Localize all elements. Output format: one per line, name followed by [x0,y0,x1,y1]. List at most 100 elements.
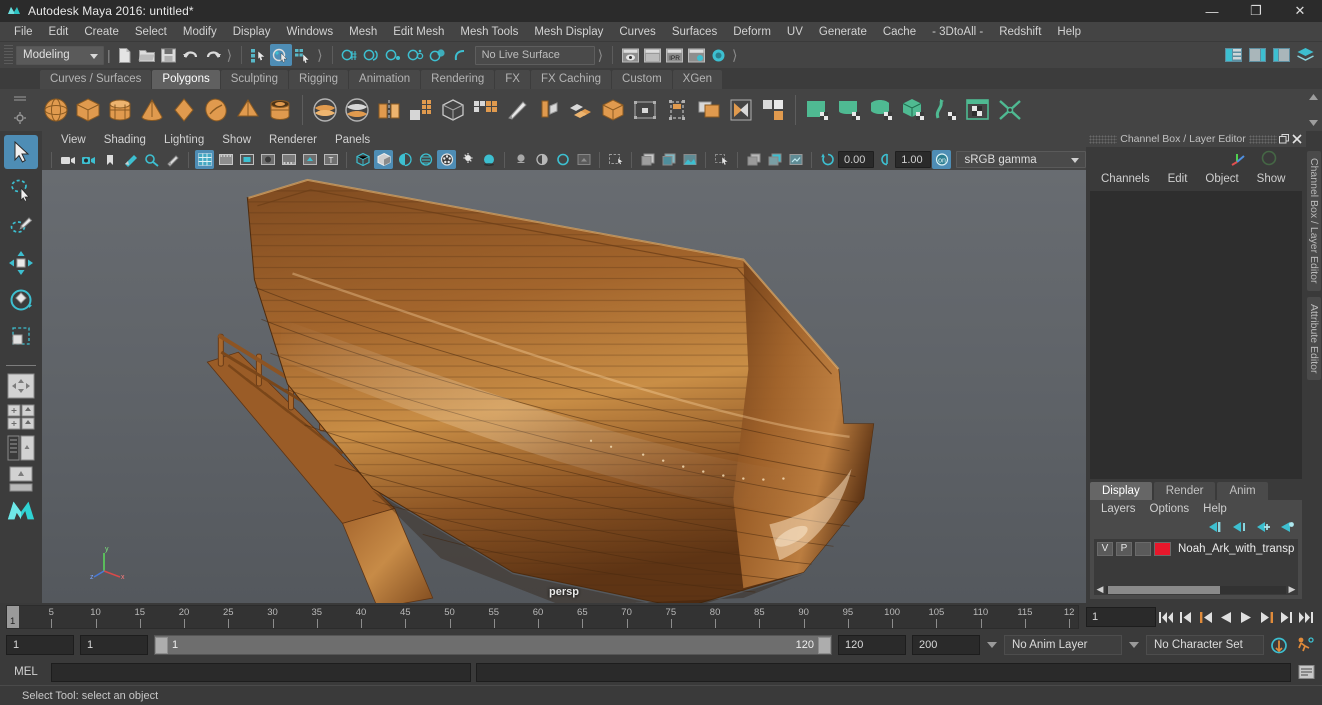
shelf-tab-curves-surfaces[interactable]: Curves / Surfaces [40,70,152,89]
panel-drag-handle[interactable] [1089,134,1117,144]
channels-menu[interactable]: Channels [1092,169,1159,189]
menu-edit[interactable]: Edit [41,22,77,42]
isolate-selected-toggle-icon[interactable] [606,150,625,169]
viewport-menu-show[interactable]: Show [213,131,260,149]
grease-pencil-icon[interactable] [163,150,182,169]
poly-cone-icon[interactable] [136,94,168,126]
range-end-field[interactable]: 120 [838,635,906,655]
layer-move-first-icon[interactable] [1207,521,1222,533]
maximize-button[interactable]: ❐ [1234,0,1278,22]
shelf-tab-fx-caching[interactable]: FX Caching [530,70,612,89]
duplicate-view-icon[interactable] [744,150,763,169]
select-by-hierarchy-icon[interactable] [248,44,270,66]
uv-spherical-icon[interactable] [866,94,898,126]
statusline-grip[interactable] [4,45,13,65]
show-hide-layer-editor-icon[interactable] [1294,44,1316,66]
exposure-icon[interactable] [300,150,319,169]
color-management-toggle-icon[interactable]: on [932,150,952,169]
shelf-options-grip[interactable] [8,89,32,131]
lasso-select-tool[interactable] [4,172,38,206]
shelf-tab-polygons[interactable]: Polygons [152,70,220,89]
uv-unfold-icon[interactable] [930,94,962,126]
menu-mesh[interactable]: Mesh [341,22,385,42]
character-set-dropdown-arrow[interactable] [1128,642,1140,648]
single-perspective-layout[interactable] [6,372,36,400]
make-live-icon[interactable] [449,44,471,66]
step-back-frame-icon[interactable] [1196,607,1216,627]
menu-surfaces[interactable]: Surfaces [664,22,725,42]
menu-select[interactable]: Select [127,22,175,42]
range-slider[interactable]: 1 120 [154,635,832,655]
animation-preferences-icon[interactable] [1296,635,1316,655]
save-scene-icon[interactable] [158,44,180,66]
render-sequence-icon[interactable] [641,44,663,66]
shelf-tab-animation[interactable]: Animation [349,70,421,89]
persp-outliner-layout[interactable] [6,434,36,462]
snap-to-grid-icon[interactable] [339,44,361,66]
edit-menu[interactable]: Edit [1159,169,1197,189]
safe-title-icon[interactable]: T [321,150,340,169]
shelf-tab-custom[interactable]: Custom [612,70,672,89]
select-tool[interactable] [4,135,38,169]
viewport-renderer-icon[interactable] [680,150,699,169]
poly-cylinder-icon[interactable] [104,94,136,126]
wedge-face-icon[interactable] [725,94,757,126]
smooth-icon[interactable] [405,94,437,126]
xray-joints-icon[interactable] [532,150,551,169]
layer-visibility-toggle[interactable]: V [1097,541,1113,556]
undo-icon[interactable] [180,44,202,66]
separate-icon[interactable] [341,94,373,126]
isolate-select-icon[interactable] [574,150,593,169]
render-current-frame-icon[interactable] [619,44,641,66]
film-origin-icon[interactable] [279,150,298,169]
color-space-selector[interactable]: sRGB gamma [956,151,1086,168]
film-gate-icon[interactable] [216,150,235,169]
menu-3dtoall[interactable]: - 3DtoAll - [924,22,991,42]
uv-automatic-icon[interactable] [898,94,930,126]
select-by-component-icon[interactable] [292,44,314,66]
bevel-icon[interactable] [565,94,597,126]
command-input[interactable] [51,662,471,682]
viewport-menu-renderer[interactable]: Renderer [260,131,326,149]
shelf-tab-fx[interactable]: FX [495,70,530,89]
gamma-field[interactable]: 1.00 [895,151,932,168]
go-to-start-icon[interactable] [1156,607,1176,627]
layer-add-icon[interactable] [1255,521,1270,533]
menu-curves[interactable]: Curves [611,22,663,42]
layer-list[interactable]: V P Noah_Ark_with_transp ◀ ▶ [1094,539,1298,595]
menu-generate[interactable]: Generate [811,22,875,42]
select-by-object-icon[interactable] [270,44,293,66]
perspective-viewport[interactable]: y x z persp [42,170,1086,603]
poly-sphere-icon[interactable] [40,94,72,126]
snap-to-curve-icon[interactable] [361,44,383,66]
screen-space-ao-icon[interactable] [479,150,498,169]
new-scene-icon[interactable] [114,44,136,66]
menu-cache[interactable]: Cache [875,22,924,42]
uv-cylindrical-icon[interactable] [834,94,866,126]
close-button[interactable]: ✕ [1278,0,1322,22]
xray-icon[interactable] [511,150,530,169]
viewport-menu-lighting[interactable]: Lighting [155,131,213,149]
poly-prism-icon[interactable] [200,94,232,126]
menu-file[interactable]: File [6,22,41,42]
snap-to-view-plane-icon[interactable] [427,44,449,66]
insert-edge-loop-icon[interactable] [661,94,693,126]
scroll-track[interactable] [1106,585,1286,594]
shelf-tab-rigging[interactable]: Rigging [289,70,349,89]
layer-shading-toggle[interactable] [1135,541,1151,556]
2d-pan-zoom-icon[interactable] [142,150,161,169]
render-settings-icon[interactable] [685,44,707,66]
wireframe-icon[interactable] [353,150,372,169]
snap-to-point-icon[interactable] [383,44,405,66]
camera-attributes-icon[interactable] [79,150,98,169]
exposure-field[interactable]: 0.00 [838,151,875,168]
boolean-icon[interactable] [437,94,469,126]
render-region-icon[interactable] [659,150,678,169]
menu-uv[interactable]: UV [779,22,811,42]
view-cube-icon[interactable] [786,150,805,169]
four-view-layout[interactable] [6,403,36,431]
character-set-selector[interactable]: No Character Set [1146,635,1264,655]
menu-redshift[interactable]: Redshift [991,22,1049,42]
textured-icon[interactable] [416,150,435,169]
image-plane-icon[interactable] [121,150,140,169]
